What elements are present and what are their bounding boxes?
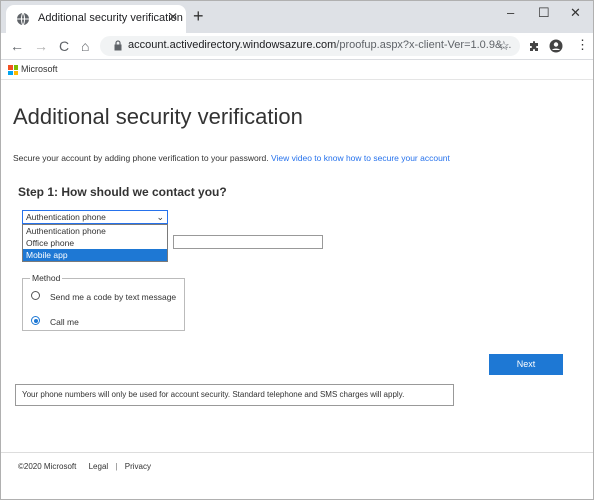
reload-icon[interactable]: C <box>59 38 69 54</box>
account-security-notice: Your phone numbers will only be used for… <box>15 384 454 406</box>
option-mobile-app[interactable]: Mobile app <box>23 249 167 261</box>
address-bar[interactable]: account.activedirectory.windowsazure.com… <box>100 36 520 56</box>
brand-bar: Microsoft <box>0 60 594 80</box>
url-host: account.activedirectory.windowsazure.com <box>128 39 337 51</box>
legal-link[interactable]: Legal <box>89 462 109 471</box>
menu-icon[interactable]: ⋮ <box>576 37 589 53</box>
footer-divider <box>0 452 594 453</box>
radio-text-message-label[interactable]: Send me a code by text message <box>50 292 176 302</box>
intro-description: Secure your account by adding phone veri… <box>13 153 271 163</box>
forward-icon[interactable]: → <box>34 38 48 54</box>
footer: ©2020 Microsoft Legal | Privacy <box>18 462 151 471</box>
window-close-button[interactable]: ✕ <box>570 5 581 21</box>
radio-call-me-label[interactable]: Call me <box>50 317 79 327</box>
page-title: Additional security verification <box>13 104 303 129</box>
chevron-down-icon[interactable]: ⌄ <box>156 211 164 223</box>
home-icon[interactable]: ⌂ <box>81 38 89 54</box>
next-button[interactable]: Next <box>489 354 563 375</box>
method-group: Method Send me a code by text message Ca… <box>22 273 185 331</box>
globe-icon <box>17 12 29 26</box>
maximize-button[interactable]: ☐ <box>538 5 550 21</box>
intro-text: Secure your account by adding phone veri… <box>13 153 450 163</box>
microsoft-logo-text: Microsoft <box>21 64 58 74</box>
option-authentication-phone[interactable]: Authentication phone <box>23 225 167 237</box>
radio-call-me[interactable] <box>31 316 40 325</box>
phone-number-input[interactable] <box>173 235 323 249</box>
url-path: /proofup.aspx?x-client-Ver=1.0.9&... <box>336 39 512 51</box>
radio-text-message[interactable] <box>31 291 40 300</box>
url-text: account.activedirectory.windowsazure.com… <box>128 39 511 51</box>
option-office-phone[interactable]: Office phone <box>23 237 167 249</box>
browser-tab[interactable]: Additional security verification ✕ <box>6 5 186 33</box>
puzzle-icon[interactable] <box>528 40 540 52</box>
back-icon[interactable]: ← <box>10 38 24 54</box>
minimize-button[interactable]: – <box>507 5 514 20</box>
contact-method-select[interactable]: Authentication phone ⌄ <box>22 210 168 224</box>
tab-title: Additional security verification <box>38 12 183 24</box>
tab-strip: Additional security verification ✕ + – ☐… <box>0 0 594 33</box>
bookmark-star-icon[interactable]: ☆ <box>498 38 510 54</box>
step-heading: Step 1: How should we contact you? <box>18 185 227 199</box>
method-legend: Method <box>30 273 63 283</box>
lock-icon[interactable] <box>114 40 122 51</box>
footer-separator: | <box>115 462 118 471</box>
privacy-link[interactable]: Privacy <box>125 462 151 471</box>
video-link[interactable]: View video to know how to secure your ac… <box>271 153 450 163</box>
contact-method-value: Authentication phone <box>26 212 106 222</box>
account-icon[interactable] <box>549 39 563 53</box>
close-tab-icon[interactable]: ✕ <box>168 10 178 24</box>
copyright-text: ©2020 Microsoft <box>18 462 77 471</box>
microsoft-logo-icon <box>8 65 18 75</box>
browser-toolbar: ← → C ⌂ account.activedirectory.windowsa… <box>0 33 594 60</box>
new-tab-button[interactable]: + <box>193 7 204 25</box>
contact-method-dropdown: Authentication phone Office phone Mobile… <box>22 224 168 262</box>
